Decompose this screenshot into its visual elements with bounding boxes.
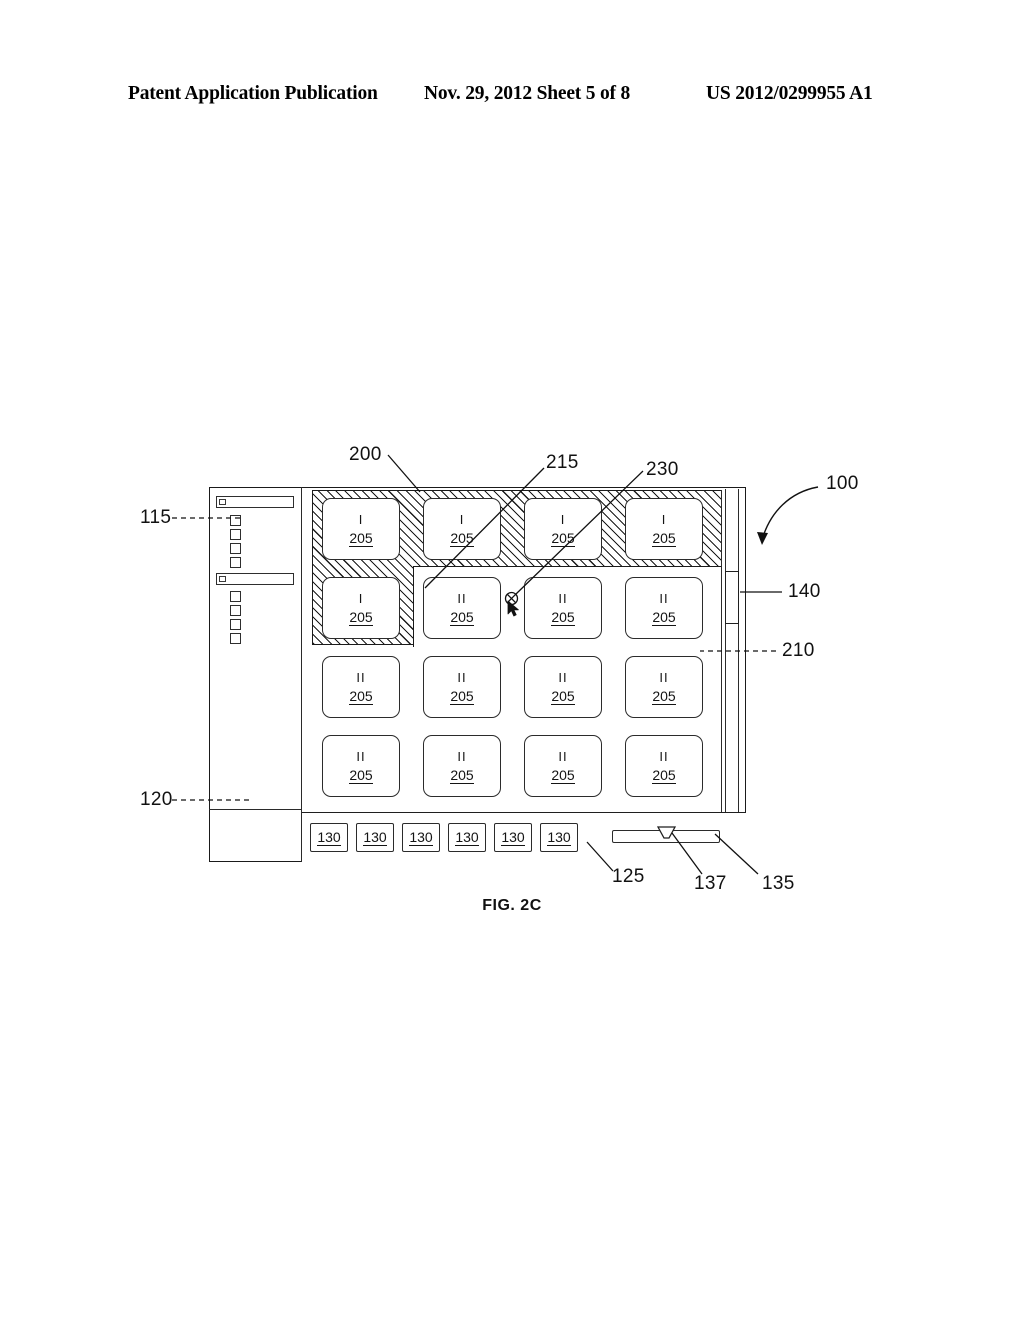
ref-label-137: 137 (694, 873, 727, 894)
ref-label-215: 215 (546, 452, 579, 473)
toolbar-button[interactable]: 130 (494, 823, 532, 852)
grid-cell[interactable]: II 205 (322, 735, 400, 797)
grid-cell[interactable]: I 205 (625, 498, 703, 560)
content-pane: I 205 I 205 I 205 I 205 I 205 II 205 II … (302, 487, 746, 862)
ref-label-230: 230 (646, 459, 679, 480)
sidebar-square-2-4[interactable] (230, 633, 241, 644)
sidebar-square-1-1[interactable] (230, 515, 241, 526)
sidebar (209, 487, 302, 862)
cell-roman-numeral: I (661, 512, 667, 527)
cell-roman-numeral: II (558, 670, 568, 685)
grid-viewport[interactable]: I 205 I 205 I 205 I 205 I 205 II 205 II … (312, 490, 722, 812)
sidebar-square-2-3[interactable] (230, 619, 241, 630)
toolbar-button[interactable]: 130 (540, 823, 578, 852)
grid-cell[interactable]: I 205 (322, 577, 400, 639)
toolbar-button[interactable]: 130 (402, 823, 440, 852)
ref-label-115: 115 (140, 507, 172, 528)
sidebar-bar-1[interactable] (216, 496, 294, 508)
vertical-scrollbar-thumb[interactable] (725, 571, 739, 624)
cell-roman-numeral: II (558, 591, 568, 606)
vertical-scrollbar-track[interactable] (725, 489, 739, 813)
grid-cell[interactable]: II 205 (423, 577, 501, 639)
ref-label-200: 200 (349, 444, 382, 465)
grid-cell[interactable]: II 205 (524, 735, 602, 797)
cell-roman-numeral: I (358, 591, 364, 606)
cell-reference: 205 (349, 530, 373, 547)
grid-cell[interactable]: II 205 (423, 735, 501, 797)
cell-roman-numeral: II (457, 591, 467, 606)
cell-roman-numeral: I (560, 512, 566, 527)
cell-roman-numeral: II (457, 749, 467, 764)
grid-cell[interactable]: II 205 (625, 735, 703, 797)
cell-roman-numeral: II (659, 749, 669, 764)
grid-cell[interactable]: II 205 (524, 577, 602, 639)
cell-reference: 205 (652, 767, 676, 784)
sidebar-square-1-3[interactable] (230, 543, 241, 554)
sidebar-bar-2[interactable] (216, 573, 294, 585)
cell-reference: 205 (652, 530, 676, 547)
sidebar-square-1-2[interactable] (230, 529, 241, 540)
grid-cell[interactable]: I 205 (524, 498, 602, 560)
cell-roman-numeral: II (457, 670, 467, 685)
ref-label-100: 100 (826, 473, 859, 494)
ref-label-210: 210 (782, 640, 815, 661)
cell-reference: 205 (349, 767, 373, 784)
grid-cell[interactable]: I 205 (423, 498, 501, 560)
cell-roman-numeral: II (356, 749, 366, 764)
cell-reference: 205 (349, 609, 373, 626)
ref-label-140: 140 (788, 581, 821, 602)
sidebar-lower-section (209, 810, 302, 862)
grid-cell[interactable]: II 205 (524, 656, 602, 718)
grid-cell[interactable]: II 205 (625, 577, 703, 639)
ref-label-135: 135 (762, 873, 795, 894)
grid-cell[interactable]: II 205 (322, 656, 400, 718)
cell-reference: 205 (551, 688, 575, 705)
sidebar-square-2-1[interactable] (230, 591, 241, 602)
ref-label-125: 125 (612, 866, 645, 887)
cell-reference: 205 (450, 688, 474, 705)
sidebar-upper-section (209, 487, 302, 810)
ref-label-120: 120 (140, 789, 173, 810)
grid-cell[interactable]: I 205 (322, 498, 400, 560)
cell-roman-numeral: II (356, 670, 366, 685)
cell-reference: 205 (652, 688, 676, 705)
grid-cell[interactable]: II 205 (625, 656, 703, 718)
cell-reference: 205 (551, 767, 575, 784)
figure-caption: FIG. 2C (482, 897, 542, 914)
grid-cell[interactable]: II 205 (423, 656, 501, 718)
cell-reference: 205 (551, 530, 575, 547)
cell-roman-numeral: II (659, 591, 669, 606)
toolbar-button[interactable]: 130 (448, 823, 486, 852)
toolbar-button[interactable]: 130 (356, 823, 394, 852)
cell-reference: 205 (450, 767, 474, 784)
mouse-cursor-icon (507, 600, 519, 617)
cell-reference: 205 (652, 609, 676, 626)
toolbar-button[interactable]: 130 (310, 823, 348, 852)
cell-reference: 205 (349, 688, 373, 705)
patent-figure: I 205 I 205 I 205 I 205 I 205 II 205 II … (0, 0, 1024, 1320)
cell-roman-numeral: I (358, 512, 364, 527)
sidebar-square-2-2[interactable] (230, 605, 241, 616)
cell-reference: 205 (450, 530, 474, 547)
cell-roman-numeral: II (659, 670, 669, 685)
cell-roman-numeral: II (558, 749, 568, 764)
bottom-toolbar: 130 130 130 130 130 130 (302, 812, 746, 862)
slider-marker-icon[interactable] (657, 826, 676, 839)
cell-reference: 205 (450, 609, 474, 626)
cell-reference: 205 (551, 609, 575, 626)
cell-roman-numeral: I (459, 512, 465, 527)
sidebar-square-1-4[interactable] (230, 557, 241, 568)
